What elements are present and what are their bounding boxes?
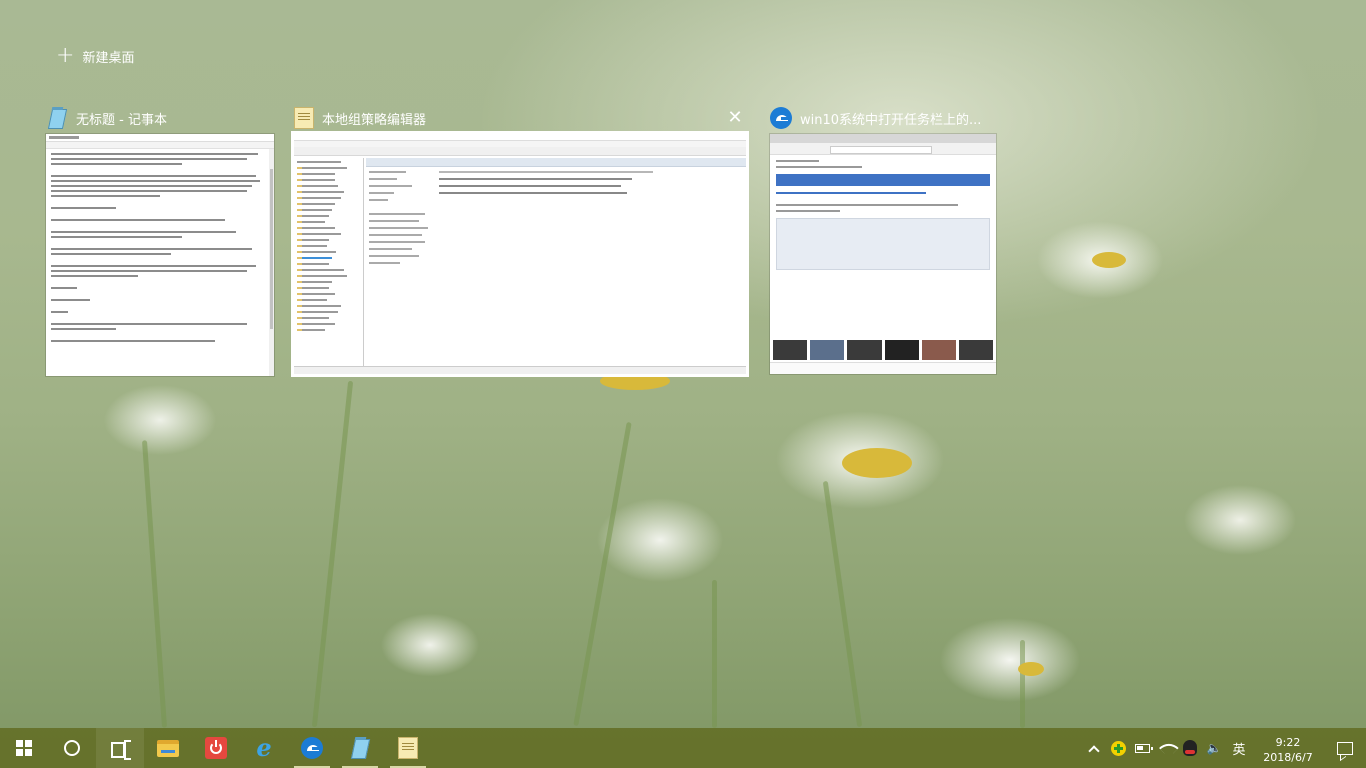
file-explorer-icon: [157, 739, 179, 757]
wallpaper-stem: [573, 421, 632, 727]
task-view-button[interactable]: [96, 728, 144, 768]
wifi-icon: [1158, 738, 1179, 758]
thumbnail-titlebar: [46, 134, 274, 142]
taskbar: e 🔈 英 9:22 2018/6/7: [0, 728, 1366, 768]
gpedit-icon: [398, 737, 418, 759]
wallpaper-stem: [311, 380, 354, 728]
thumbnail-titlebar: [294, 134, 746, 141]
notepad-taskbar-button[interactable]: [336, 728, 384, 768]
show-hidden-icons-button[interactable]: [1082, 728, 1106, 768]
thumbnail-content-pane: [366, 158, 746, 366]
window-thumbnail[interactable]: [46, 134, 274, 376]
window-card-edge[interactable]: win10系统中打开任务栏上的...: [770, 106, 996, 374]
close-icon[interactable]: ✕: [724, 106, 746, 130]
gpedit-icon: [294, 107, 314, 129]
wallpaper-stem: [141, 440, 168, 728]
task-view-icon: [111, 740, 131, 760]
network-button[interactable]: [1154, 728, 1179, 768]
chevron-up-icon: [1088, 744, 1100, 757]
window-header: 无标题 - 记事本: [46, 106, 274, 130]
window-title: win10系统中打开任务栏上的...: [800, 112, 982, 128]
wallpaper-stem: [1020, 640, 1025, 728]
start-icon: [16, 740, 32, 756]
start-button[interactable]: [0, 728, 48, 768]
system-tray: 🔈 英 9:22 2018/6/7: [1082, 728, 1366, 768]
window-thumbnail[interactable]: [770, 134, 996, 374]
notification-icon: [1337, 741, 1353, 755]
window-title: 本地组策略编辑器: [322, 112, 427, 128]
input-method-indicator[interactable]: 英: [1226, 739, 1252, 758]
window-header: 本地组策略编辑器 ✕: [294, 106, 746, 130]
window-thumbnail[interactable]: [291, 131, 749, 377]
clock-date: 2018/6/7: [1263, 750, 1313, 764]
thumbnail-page-content: [770, 155, 996, 275]
qq-icon: [1183, 740, 1197, 756]
thumbnail-image-strip: [773, 340, 994, 360]
thumbnail-toolbar: [294, 147, 746, 156]
wallpaper-stem: [822, 480, 863, 728]
tray-app-button[interactable]: [1106, 728, 1130, 768]
edge-taskbar-button[interactable]: [288, 728, 336, 768]
thumbnail-menubar: [46, 142, 274, 149]
thumbnail-tree-pane: [294, 158, 364, 366]
speaker-icon: 🔈: [1206, 741, 1222, 755]
thumbnail-statusbar: [294, 366, 746, 374]
action-center-button[interactable]: [1324, 728, 1366, 768]
clock[interactable]: 9:22 2018/6/7: [1252, 732, 1324, 765]
gpedit-taskbar-button[interactable]: [384, 728, 432, 768]
volume-button[interactable]: 🔈: [1202, 728, 1226, 768]
notepad-icon: [46, 107, 68, 129]
window-card-notepad[interactable]: 无标题 - 记事本: [46, 106, 274, 376]
thumbnail-tabbar: [770, 134, 996, 143]
thumbnail-scrollbar: [269, 149, 274, 376]
window-header: win10系统中打开任务栏上的...: [770, 106, 996, 130]
wallpaper-stem: [712, 580, 717, 728]
new-desktop-button[interactable]: + 新建桌面: [56, 44, 134, 68]
window-title: 无标题 - 记事本: [76, 112, 167, 128]
wallpaper-flower: [1092, 252, 1126, 268]
thumbnail-footer: [770, 362, 996, 374]
qq-tray-button[interactable]: [1178, 728, 1202, 768]
battery-icon: [1134, 743, 1153, 753]
file-explorer-button[interactable]: [144, 728, 192, 768]
plus-icon: +: [56, 43, 75, 68]
notepad-icon: [349, 737, 371, 759]
new-desktop-label: 新建桌面: [82, 50, 135, 66]
internet-explorer-button[interactable]: e: [240, 728, 288, 768]
cortana-icon: [64, 740, 80, 756]
edge-icon: [770, 107, 792, 129]
wallpaper-flower: [600, 372, 670, 390]
battery-button[interactable]: [1130, 728, 1154, 768]
thumbnail-text-lines: [46, 149, 274, 349]
power-app-button[interactable]: [192, 728, 240, 768]
clock-time: 9:22: [1275, 735, 1301, 749]
plus-circle-icon: [1110, 740, 1126, 756]
internet-explorer-icon: e: [256, 733, 272, 762]
power-app-icon: [205, 737, 227, 759]
window-card-gpedit[interactable]: 本地组策略编辑器 ✕: [291, 106, 749, 377]
cortana-button[interactable]: [48, 728, 96, 768]
wallpaper-flower: [842, 448, 912, 478]
thumbnail-addressbar: [770, 143, 996, 155]
edge-icon: [301, 737, 323, 759]
wallpaper-flower: [1018, 662, 1044, 676]
